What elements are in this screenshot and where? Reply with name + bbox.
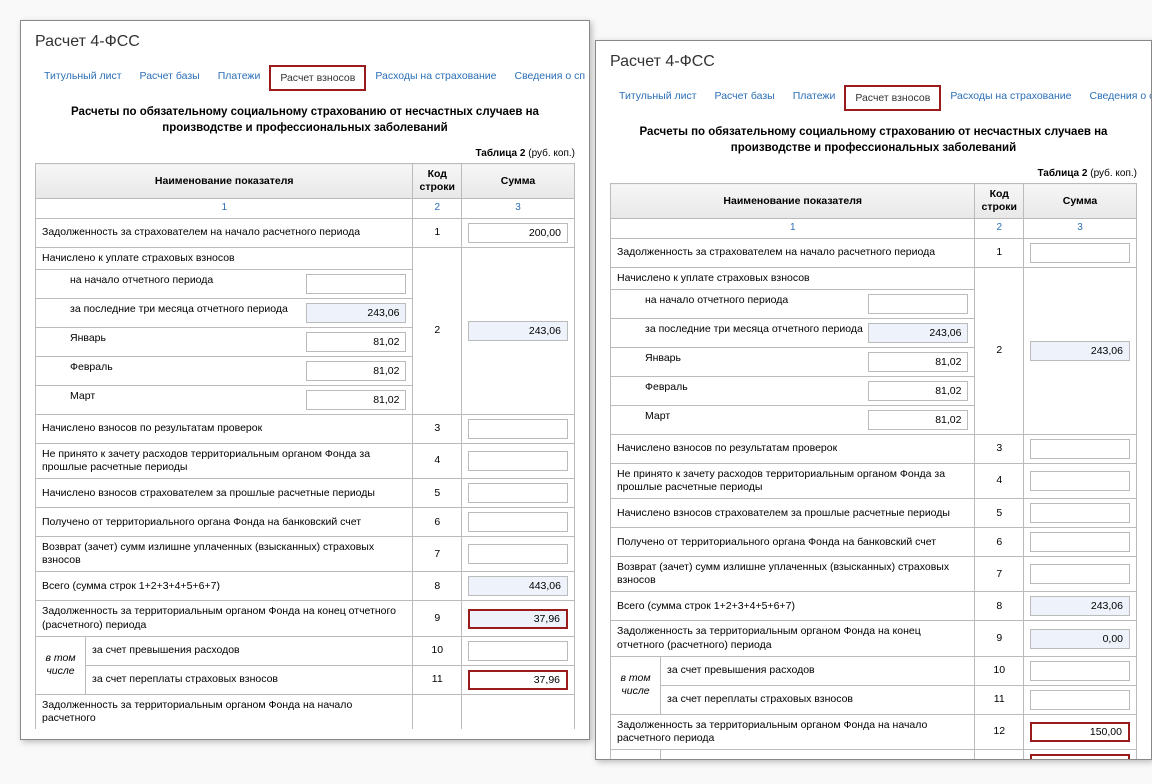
row2-total-input[interactable]	[468, 321, 568, 341]
th-code-r: Код строки	[975, 184, 1024, 219]
row5-code: 5	[413, 479, 462, 508]
row3-code: 3	[413, 414, 462, 443]
month3-label: Март	[42, 390, 95, 402]
month1-label: Январь	[42, 332, 106, 344]
colnum-1: 1	[36, 199, 413, 219]
window-left: Расчет 4-ФСС Титульный лист Расчет базы …	[20, 20, 590, 740]
row7-label: Возврат (зачет) сумм излишне уплаченных …	[36, 537, 413, 572]
row11-label: за счет переплаты страховых взносов	[86, 665, 413, 694]
row4-code: 4	[413, 443, 462, 478]
row7-input-r[interactable]	[1030, 564, 1130, 584]
month1-input-r[interactable]	[868, 352, 968, 372]
th-sum-r: Сумма	[1024, 184, 1137, 219]
table-left: Наименование показателя Код строки Сумма…	[35, 163, 575, 729]
row2b-input-r[interactable]	[868, 323, 968, 343]
row12-input-r[interactable]	[1030, 722, 1130, 742]
tab-base-r[interactable]: Расчет базы	[706, 85, 784, 111]
row2a-label: на начало отчетного периода	[42, 274, 213, 286]
row13-input-r[interactable]	[1030, 754, 1130, 760]
row5-label: Начислено взносов страхователем за прошл…	[36, 479, 413, 508]
month2-label: Февраль	[42, 361, 113, 373]
row1-label: Задолженность за страхователем на начало…	[36, 218, 413, 247]
row6-code: 6	[413, 508, 462, 537]
page-title-r: Расчет 4-ФСС	[610, 53, 1137, 71]
row2a-input[interactable]	[306, 274, 406, 294]
row11-code: 11	[413, 665, 462, 694]
row5-input[interactable]	[468, 483, 568, 503]
th-code: Код строки	[413, 164, 462, 199]
row3-input-r[interactable]	[1030, 439, 1130, 459]
row9-code: 9	[413, 601, 462, 636]
row2-total-input-r[interactable]	[1030, 341, 1130, 361]
row8-input[interactable]	[468, 576, 568, 596]
tab-payments[interactable]: Платежи	[209, 65, 270, 91]
row6-input[interactable]	[468, 512, 568, 532]
row12-label-r: Задолженность за территориальным органом…	[611, 714, 975, 749]
row1-label-r: Задолженность за страхователем на начало…	[611, 238, 975, 267]
colnum-2: 2	[413, 199, 462, 219]
row4-label: Не принято к зачету расходов территориал…	[36, 443, 413, 478]
month3-input[interactable]	[306, 390, 406, 410]
row11-input-r[interactable]	[1030, 690, 1130, 710]
th-sum: Сумма	[462, 164, 575, 199]
table-caption: Таблица 2 (руб. коп.)	[35, 148, 575, 159]
tabs: Титульный лист Расчет базы Платежи Расче…	[35, 65, 575, 91]
tab-expenses[interactable]: Расходы на страхование	[366, 65, 505, 91]
row10-input-r[interactable]	[1030, 661, 1130, 681]
row3-label: Начислено взносов по результатам проверо…	[36, 414, 413, 443]
row4-input-r[interactable]	[1030, 471, 1130, 491]
row10-label: за счет превышения расходов	[86, 636, 413, 665]
month2-input-r[interactable]	[868, 381, 968, 401]
row2-label-r: Начислено к уплате страховых взносов	[611, 267, 975, 289]
table-right: Наименование показателя Код строки Сумма…	[610, 183, 1137, 760]
row9-input[interactable]	[468, 609, 568, 629]
tab-payments-r[interactable]: Платежи	[784, 85, 845, 111]
row2b-label: за последние три месяца отчетного период…	[42, 303, 288, 315]
tabs-r: Титульный лист Расчет базы Платежи Расче…	[610, 85, 1137, 111]
section-title-r: Расчеты по обязательному социальному стр…	[610, 125, 1137, 156]
colnum-3: 3	[462, 199, 575, 219]
vtom-label: в том числе	[36, 636, 86, 694]
tab-calc-r[interactable]: Расчет взносов	[844, 85, 941, 111]
row7-input[interactable]	[468, 544, 568, 564]
row6-input-r[interactable]	[1030, 532, 1130, 552]
tab-base[interactable]: Расчет базы	[131, 65, 209, 91]
row3-input[interactable]	[468, 419, 568, 439]
tab-calc[interactable]: Расчет взносов	[269, 65, 366, 91]
tab-titul[interactable]: Титульный лист	[35, 65, 131, 91]
row5-input-r[interactable]	[1030, 503, 1130, 523]
row9-label: Задолженность за территориальным органом…	[36, 601, 413, 636]
row11-input[interactable]	[468, 670, 568, 690]
row10-code: 10	[413, 636, 462, 665]
row8-input-r[interactable]	[1030, 596, 1130, 616]
row4-input[interactable]	[468, 451, 568, 471]
row8-label: Всего (сумма строк 1+2+3+4+5+6+7)	[36, 572, 413, 601]
row1-code: 1	[413, 218, 462, 247]
row8-code: 8	[413, 572, 462, 601]
tab-info-r[interactable]: Сведения о спец.оценке	[1080, 85, 1152, 111]
row2b-input[interactable]	[306, 303, 406, 323]
row2-label: Начислено к уплате страховых взносов	[36, 247, 413, 269]
month3-input-r[interactable]	[868, 410, 968, 430]
tab-titul-r[interactable]: Титульный лист	[610, 85, 706, 111]
th-name-r: Наименование показателя	[611, 184, 975, 219]
row2a-input-r[interactable]	[868, 294, 968, 314]
section-title: Расчеты по обязательному социальному стр…	[35, 105, 575, 136]
page-title: Расчет 4-ФСС	[35, 33, 575, 51]
month1-input[interactable]	[306, 332, 406, 352]
row1-input[interactable]	[468, 223, 568, 243]
row10-input[interactable]	[468, 641, 568, 661]
th-name: Наименование показателя	[36, 164, 413, 199]
row9-input-r[interactable]	[1030, 629, 1130, 649]
row1-input-r[interactable]	[1030, 243, 1130, 263]
row12-label-partial: Задолженность за территориальным органом…	[36, 694, 413, 729]
row6-label: Получено от территориального органа Фонд…	[36, 508, 413, 537]
row2-code: 2	[413, 247, 462, 414]
tab-info-partial[interactable]: Сведения о сп	[505, 65, 590, 91]
window-right: Расчет 4-ФСС Титульный лист Расчет базы …	[595, 40, 1152, 760]
month2-input[interactable]	[306, 361, 406, 381]
table-caption-r: Таблица 2 (руб. коп.)	[610, 168, 1137, 179]
tab-expenses-r[interactable]: Расходы на страхование	[941, 85, 1080, 111]
row7-code: 7	[413, 537, 462, 572]
